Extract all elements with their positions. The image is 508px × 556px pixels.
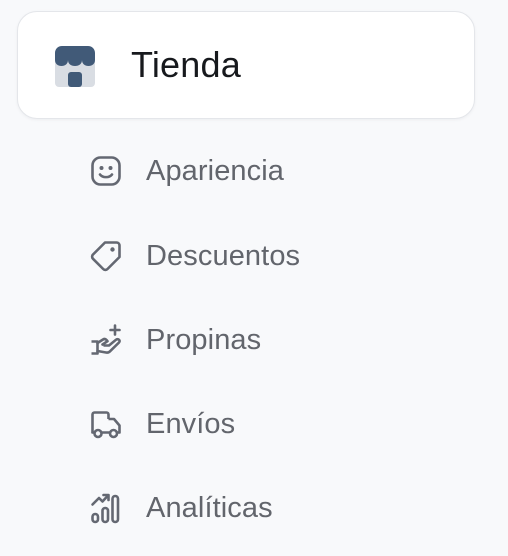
- smile-icon: [86, 151, 126, 191]
- tag-icon: [86, 236, 126, 276]
- analytics-icon: [86, 488, 126, 528]
- nav-item-envios[interactable]: Envíos: [86, 400, 386, 448]
- nav-item-descuentos[interactable]: Descuentos: [86, 232, 386, 280]
- store-title: Tienda: [131, 44, 241, 85]
- store-card[interactable]: Tienda: [17, 11, 475, 119]
- nav-label-analiticas: Analíticas: [146, 491, 273, 524]
- nav-label-envios: Envíos: [146, 407, 236, 440]
- nav-item-propinas[interactable]: Propinas: [86, 316, 386, 364]
- store-icon: [52, 43, 98, 89]
- nav-label-descuentos: Descuentos: [146, 239, 301, 272]
- nav-label-propinas: Propinas: [146, 323, 262, 356]
- nav-item-apariencia[interactable]: Apariencia: [86, 147, 386, 195]
- nav-item-analiticas[interactable]: Analíticas: [86, 484, 386, 532]
- hand-plus-icon: [86, 320, 126, 360]
- nav-label-apariencia: Apariencia: [146, 154, 285, 187]
- truck-icon: [86, 404, 126, 444]
